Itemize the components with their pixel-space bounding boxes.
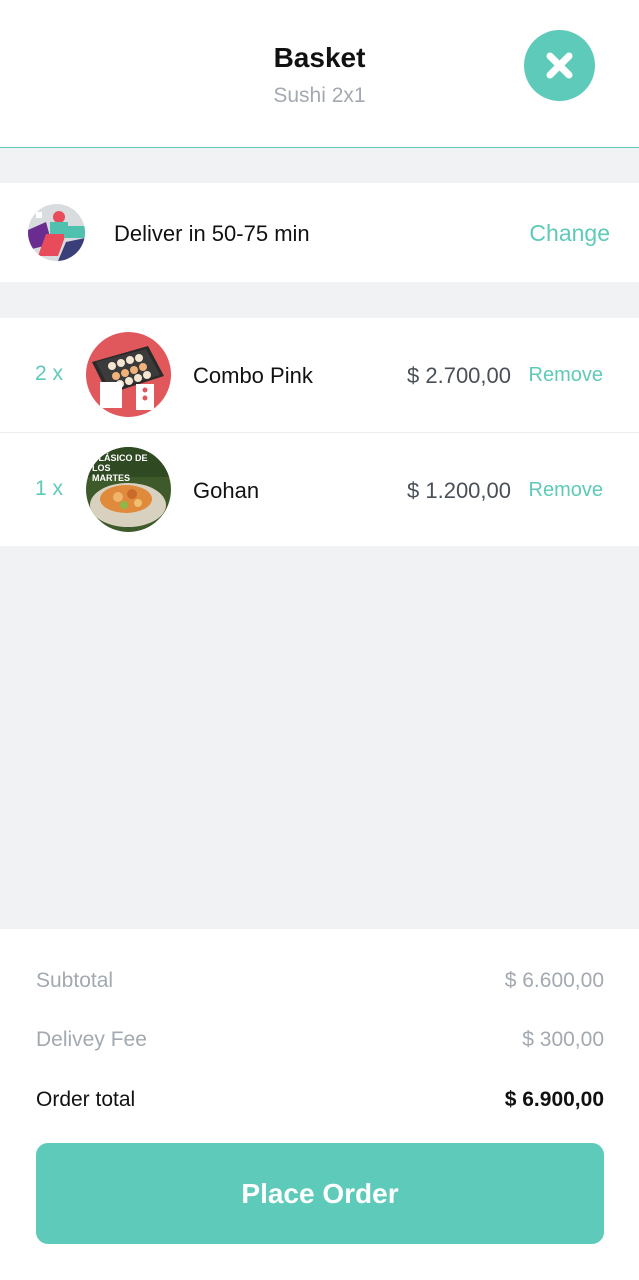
delivery-fee-value: $ 300,00 (522, 1028, 604, 1051)
remove-item-button[interactable]: Remove (529, 364, 603, 387)
item-quantity: 2 x (35, 362, 64, 385)
basket-items-list: 2 x Combo Pink $ 2.700,00 Remove 1 x CLÁ… (0, 318, 639, 546)
header: Basket Sushi 2x1 (0, 0, 639, 148)
remove-item-button[interactable]: Remove (529, 479, 603, 502)
subtotal-row: Subtotal $ 6.600,00 (36, 969, 604, 999)
close-icon (546, 52, 573, 79)
item-name: Gohan (193, 478, 260, 503)
item-image-caption: CLÁSICO DE LOS MARTES (92, 453, 148, 483)
item-quantity: 1 x (35, 477, 64, 500)
place-order-button[interactable]: Place Order (36, 1143, 604, 1244)
item-name: Combo Pink (193, 363, 313, 388)
item-image (86, 332, 171, 417)
list-item: 1 x CLÁSICO DE LOS MARTES Gohan $ 1.200,… (0, 432, 639, 546)
close-button[interactable] (524, 30, 595, 101)
order-total-row: Order total $ 6.900,00 (36, 1088, 604, 1118)
subtotal-value: $ 6.600,00 (504, 969, 604, 992)
list-item: 2 x Combo Pink $ 2.700,00 Remove (0, 318, 639, 431)
delivery-time-label: Deliver in 50-75 min (114, 221, 310, 246)
delivery-fee-label: Delivey Fee (36, 1028, 147, 1051)
order-total-label: Order total (36, 1088, 136, 1111)
order-summary: Subtotal $ 6.600,00 Delivey Fee $ 300,00… (0, 929, 639, 1280)
item-image: CLÁSICO DE LOS MARTES (86, 447, 171, 532)
subtotal-label: Subtotal (36, 969, 114, 992)
change-delivery-button[interactable]: Change (529, 220, 610, 247)
delivery-courier-icon (28, 204, 85, 261)
delivery-row: Deliver in 50-75 min Change (0, 183, 639, 282)
delivery-fee-row: Delivey Fee $ 300,00 (36, 1028, 604, 1058)
order-total-value: $ 6.900,00 (504, 1088, 604, 1111)
item-price: $ 1.200,00 (407, 478, 511, 503)
item-price: $ 2.700,00 (407, 363, 511, 388)
